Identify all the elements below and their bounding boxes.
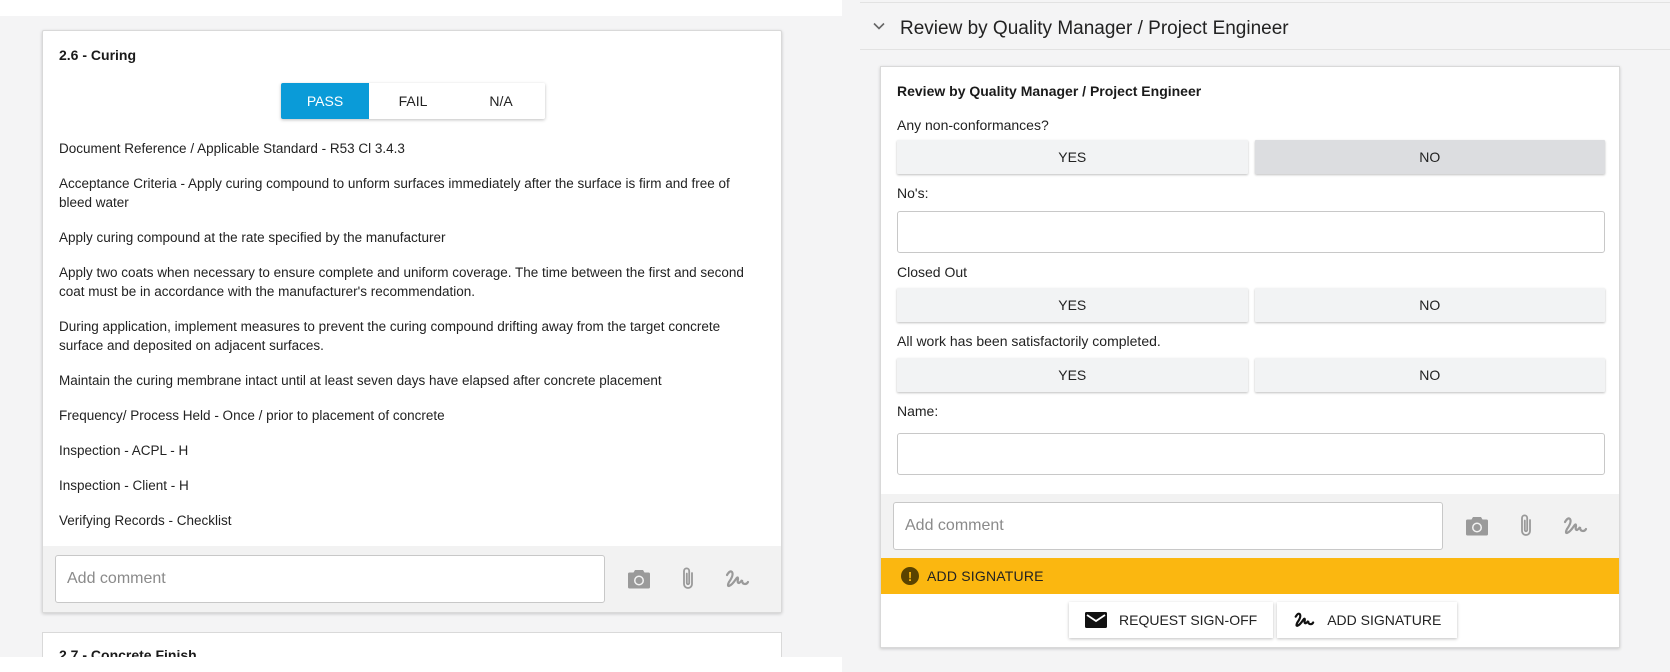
nos-input[interactable]	[897, 211, 1605, 253]
paperclip-icon[interactable]	[672, 563, 704, 595]
signature-icon[interactable]	[1559, 510, 1591, 542]
comment-bar	[43, 546, 781, 612]
request-signoff-label: REQUEST SIGN-OFF	[1119, 612, 1258, 628]
left-panel: 2.6 - Curing PASS FAIL N/A Document Refe…	[0, 0, 842, 672]
warning-text: ADD SIGNATURE	[927, 568, 1044, 584]
signoff-actions: REQUEST SIGN-OFF ADD SIGNATURE	[1069, 602, 1458, 638]
review-card: Review by Quality Manager / Project Engi…	[880, 66, 1620, 648]
closed-out-label: Closed Out	[897, 264, 968, 280]
chevron-down-icon[interactable]	[872, 19, 886, 33]
na-button[interactable]: N/A	[457, 83, 545, 119]
request-signoff-button[interactable]: REQUEST SIGN-OFF	[1069, 602, 1274, 638]
result-segmented-control: PASS FAIL N/A	[281, 83, 545, 119]
inspection-acpl: Inspection - ACPL - H	[59, 443, 189, 458]
nos-label: No's:	[897, 185, 929, 201]
add-signature-button[interactable]: ADD SIGNATURE	[1277, 602, 1458, 638]
review-section-header[interactable]: Review by Quality Manager / Project Engi…	[860, 2, 1670, 50]
instruction-text: Apply two coats when necessary to ensure…	[59, 265, 744, 299]
comment-input[interactable]	[893, 502, 1443, 550]
non-conformances-toggle: YES NO	[897, 140, 1605, 174]
paperclip-icon[interactable]	[1510, 510, 1542, 542]
comment-input[interactable]	[55, 555, 605, 603]
card-title: 2.6 - Curing	[59, 47, 137, 63]
closed-out-yes-button[interactable]: YES	[897, 288, 1248, 322]
add-signature-warning: ! ADD SIGNATURE	[881, 558, 1619, 594]
mail-icon	[1085, 612, 1107, 628]
closed-out-toggle: YES NO	[897, 288, 1605, 322]
pass-button[interactable]: PASS	[281, 83, 369, 119]
non-conformances-label: Any non-conformances?	[897, 117, 1049, 133]
instruction-text: Maintain the curing membrane intact unti…	[59, 373, 662, 388]
name-label: Name:	[897, 403, 939, 419]
work-completed-yes-button[interactable]: YES	[897, 358, 1248, 392]
verifying-records: Verifying Records - Checklist	[59, 513, 232, 528]
signature-icon[interactable]	[721, 563, 753, 595]
closed-out-no-button[interactable]: NO	[1254, 288, 1605, 322]
camera-icon[interactable]	[1461, 510, 1493, 542]
non-conformances-yes-button[interactable]: YES	[897, 140, 1248, 174]
name-input[interactable]	[897, 433, 1605, 475]
work-completed-no-button[interactable]: NO	[1254, 358, 1605, 392]
bottom-edge	[0, 657, 842, 672]
top-bar	[0, 0, 842, 16]
instruction-text: During application, implement measures t…	[59, 319, 721, 353]
acceptance-criteria: Acceptance Criteria - Apply curing compo…	[59, 176, 730, 210]
comment-bar	[881, 494, 1619, 558]
section-title: Review by Quality Manager / Project Engi…	[900, 18, 1289, 39]
work-completed-label: All work has been satisfactorily complet…	[897, 333, 1161, 349]
inspection-card-curing: 2.6 - Curing PASS FAIL N/A Document Refe…	[42, 30, 782, 613]
frequency-text: Frequency/ Process Held - Once / prior t…	[59, 408, 445, 423]
inspection-client: Inspection - Client - H	[59, 478, 189, 493]
right-panel: Review by Quality Manager / Project Engi…	[842, 0, 1670, 672]
card-content: Document Reference / Applicable Standard…	[59, 139, 764, 546]
document-reference: Document Reference / Applicable Standard…	[59, 141, 405, 156]
non-conformances-no-button[interactable]: NO	[1254, 140, 1605, 174]
card-title: Review by Quality Manager / Project Engi…	[897, 83, 1202, 99]
instruction-text: Apply curing compound at the rate specif…	[59, 230, 446, 245]
add-signature-label: ADD SIGNATURE	[1327, 612, 1442, 628]
fail-button[interactable]: FAIL	[369, 83, 457, 119]
camera-icon[interactable]	[623, 563, 655, 595]
work-completed-toggle: YES NO	[897, 358, 1605, 392]
warning-icon: !	[901, 567, 919, 585]
signature-icon	[1294, 612, 1315, 627]
